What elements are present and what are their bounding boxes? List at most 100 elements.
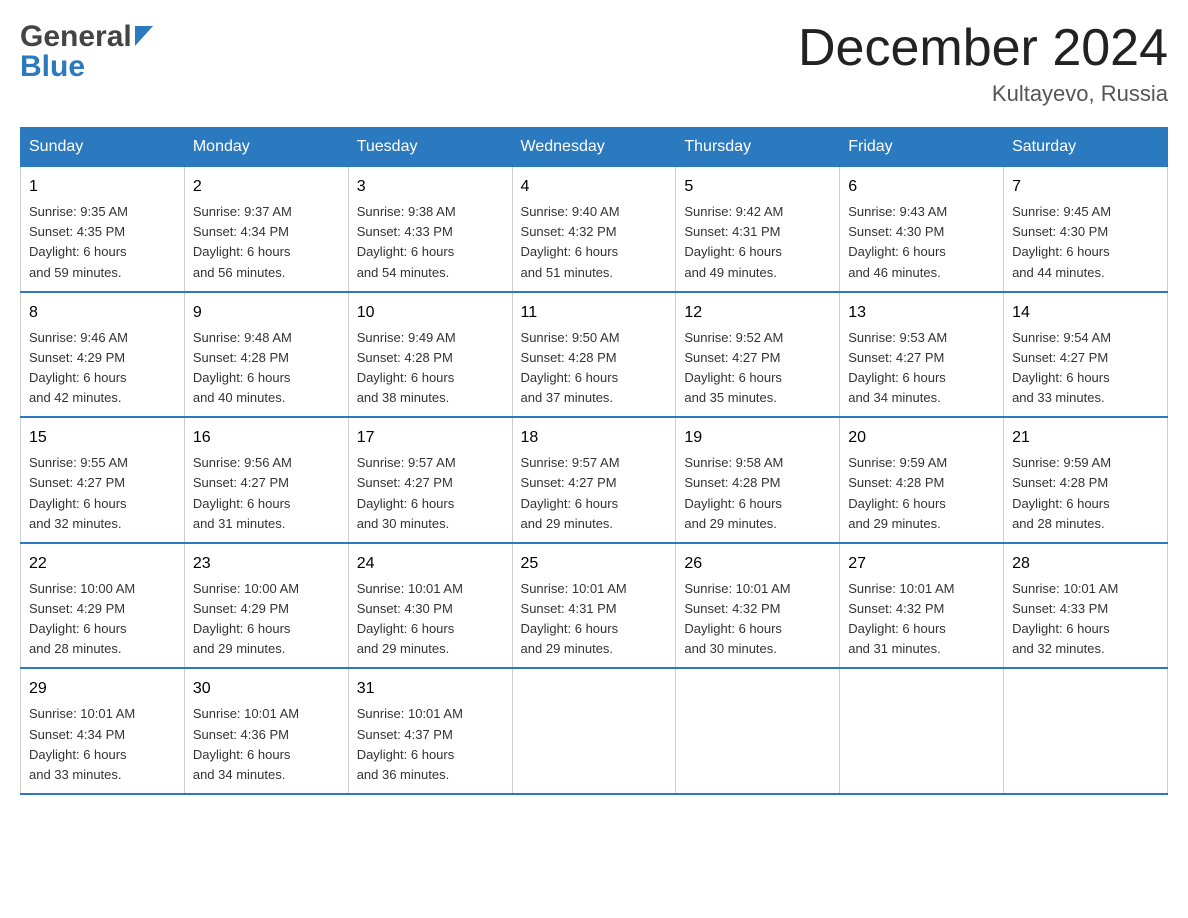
col-saturday: Saturday [1004,128,1168,167]
page-header: General Blue December 2024 Kultayevo, Ru… [20,20,1168,107]
calendar-cell [1004,668,1168,794]
calendar-cell: 29Sunrise: 10:01 AMSunset: 4:34 PMDaylig… [21,668,185,794]
day-info: Sunrise: 9:55 AMSunset: 4:27 PMDaylight:… [29,453,176,534]
calendar-cell: 31 Sunrise: 10:01 AMSunset: 4:37 PMDaylig… [348,668,512,794]
calendar-cell: 5 Sunrise: 9:42 AMSunset: 4:31 PMDaylight… [676,167,840,292]
day-info: Sunrise: 10:01 AMSunset: 4:36 PMDaylight… [193,704,340,785]
day-number: 16 [193,426,340,450]
calendar-cell: 21 Sunrise: 9:59 AMSunset: 4:28 PMDayligh… [1004,417,1168,543]
calendar-cell: 8 Sunrise: 9:46 AMSunset: 4:29 PMDaylight… [21,292,185,418]
day-info: Sunrise: 9:53 AMSunset: 4:27 PMDaylight:… [848,328,995,409]
day-info: Sunrise: 9:48 AMSunset: 4:28 PMDaylight:… [193,328,340,409]
day-number: 17 [357,426,504,450]
day-number: 10 [357,301,504,325]
day-info: Sunrise: 9:59 AMSunset: 4:28 PMDaylight:… [1012,453,1159,534]
calendar-header-row: Sunday Monday Tuesday Wednesday Thursday… [21,128,1168,167]
calendar-cell: 11Sunrise: 9:50 AMSunset: 4:28 PMDayligh… [512,292,676,418]
day-number: 2 [193,175,340,199]
day-number: 3 [357,175,504,199]
day-number: 31 [357,677,504,701]
col-wednesday: Wednesday [512,128,676,167]
calendar-week-5: 29Sunrise: 10:01 AMSunset: 4:34 PMDaylig… [21,668,1168,794]
day-info: Sunrise: 9:46 AMSunset: 4:29 PMDaylight:… [29,328,176,409]
calendar-week-2: 8 Sunrise: 9:46 AMSunset: 4:29 PMDaylight… [21,292,1168,418]
calendar-cell: 20 Sunrise: 9:59 AMSunset: 4:28 PMDayligh… [840,417,1004,543]
col-tuesday: Tuesday [348,128,512,167]
calendar-cell: 6 Sunrise: 9:43 AMSunset: 4:30 PMDaylight… [840,167,1004,292]
logo: General Blue [20,20,153,84]
col-friday: Friday [840,128,1004,167]
day-info: Sunrise: 9:35 AMSunset: 4:35 PMDaylight:… [29,202,176,283]
calendar-cell: 27 Sunrise: 10:01 AMSunset: 4:32 PMDaylig… [840,543,1004,669]
day-info: Sunrise: 9:59 AMSunset: 4:28 PMDaylight:… [848,453,995,534]
calendar-cell: 4 Sunrise: 9:40 AMSunset: 4:32 PMDaylight… [512,167,676,292]
day-number: 25 [521,552,668,576]
day-number: 26 [684,552,831,576]
day-info: Sunrise: 9:40 AMSunset: 4:32 PMDaylight:… [521,202,668,283]
calendar-cell: 14 Sunrise: 9:54 AMSunset: 4:27 PMDayligh… [1004,292,1168,418]
day-number: 22 [29,552,176,576]
day-number: 27 [848,552,995,576]
day-number: 24 [357,552,504,576]
calendar-cell: 17 Sunrise: 9:57 AMSunset: 4:27 PMDayligh… [348,417,512,543]
day-info: Sunrise: 9:45 AMSunset: 4:30 PMDaylight:… [1012,202,1159,283]
logo-arrow-icon [135,26,153,51]
day-info: Sunrise: 9:57 AMSunset: 4:27 PMDaylight:… [521,453,668,534]
col-sunday: Sunday [21,128,185,167]
day-info: Sunrise: 9:37 AMSunset: 4:34 PMDaylight:… [193,202,340,283]
day-number: 15 [29,426,176,450]
calendar-cell: 9 Sunrise: 9:48 AMSunset: 4:28 PMDaylight… [184,292,348,418]
day-number: 29 [29,677,176,701]
col-thursday: Thursday [676,128,840,167]
calendar-cell: 23Sunrise: 10:00 AMSunset: 4:29 PMDaylig… [184,543,348,669]
calendar-cell: 19 Sunrise: 9:58 AMSunset: 4:28 PMDayligh… [676,417,840,543]
calendar-cell: 22 Sunrise: 10:00 AMSunset: 4:29 PMDaylig… [21,543,185,669]
day-number: 6 [848,175,995,199]
day-info: Sunrise: 10:01 AMSunset: 4:37 PMDaylight… [357,704,504,785]
day-info: Sunrise: 9:57 AMSunset: 4:27 PMDaylight:… [357,453,504,534]
day-info: Sunrise: 9:56 AMSunset: 4:27 PMDaylight:… [193,453,340,534]
calendar-week-4: 22 Sunrise: 10:00 AMSunset: 4:29 PMDaylig… [21,543,1168,669]
calendar-cell: 10Sunrise: 9:49 AMSunset: 4:28 PMDayligh… [348,292,512,418]
day-number: 8 [29,301,176,325]
day-number: 4 [521,175,668,199]
day-number: 30 [193,677,340,701]
day-number: 19 [684,426,831,450]
day-info: Sunrise: 10:01 AMSunset: 4:33 PMDaylight… [1012,579,1159,660]
location-label: Kultayevo, Russia [798,81,1168,107]
calendar-cell: 30 Sunrise: 10:01 AMSunset: 4:36 PMDaylig… [184,668,348,794]
day-number: 18 [521,426,668,450]
day-number: 14 [1012,301,1159,325]
calendar-cell [512,668,676,794]
logo-blue-text: Blue [20,50,85,84]
day-number: 1 [29,175,176,199]
day-number: 7 [1012,175,1159,199]
calendar-week-3: 15 Sunrise: 9:55 AMSunset: 4:27 PMDayligh… [21,417,1168,543]
calendar-cell: 25 Sunrise: 10:01 AMSunset: 4:31 PMDaylig… [512,543,676,669]
calendar-table: Sunday Monday Tuesday Wednesday Thursday… [20,127,1168,795]
day-info: Sunrise: 9:38 AMSunset: 4:33 PMDaylight:… [357,202,504,283]
day-info: Sunrise: 10:01 AMSunset: 4:32 PMDaylight… [684,579,831,660]
day-info: Sunrise: 9:54 AMSunset: 4:27 PMDaylight:… [1012,328,1159,409]
calendar-cell: 7 Sunrise: 9:45 AMSunset: 4:30 PMDaylight… [1004,167,1168,292]
day-info: Sunrise: 10:01 AMSunset: 4:30 PMDaylight… [357,579,504,660]
day-info: Sunrise: 9:58 AMSunset: 4:28 PMDaylight:… [684,453,831,534]
day-info: Sunrise: 9:50 AMSunset: 4:28 PMDaylight:… [521,328,668,409]
day-number: 20 [848,426,995,450]
day-info: Sunrise: 9:42 AMSunset: 4:31 PMDaylight:… [684,202,831,283]
day-number: 9 [193,301,340,325]
day-info: Sunrise: 10:01 AMSunset: 4:32 PMDaylight… [848,579,995,660]
month-title: December 2024 [798,20,1168,77]
calendar-cell: 13Sunrise: 9:53 AMSunset: 4:27 PMDayligh… [840,292,1004,418]
calendar-cell: 18 Sunrise: 9:57 AMSunset: 4:27 PMDayligh… [512,417,676,543]
day-info: Sunrise: 10:01 AMSunset: 4:31 PMDaylight… [521,579,668,660]
calendar-week-1: 1 Sunrise: 9:35 AMSunset: 4:35 PMDaylight… [21,167,1168,292]
day-number: 12 [684,301,831,325]
day-info: Sunrise: 10:00 AMSunset: 4:29 PMDaylight… [29,579,176,660]
day-number: 21 [1012,426,1159,450]
calendar-cell: 2 Sunrise: 9:37 AMSunset: 4:34 PMDaylight… [184,167,348,292]
day-info: Sunrise: 9:43 AMSunset: 4:30 PMDaylight:… [848,202,995,283]
calendar-cell: 15 Sunrise: 9:55 AMSunset: 4:27 PMDayligh… [21,417,185,543]
day-number: 5 [684,175,831,199]
calendar-cell: 26 Sunrise: 10:01 AMSunset: 4:32 PMDaylig… [676,543,840,669]
